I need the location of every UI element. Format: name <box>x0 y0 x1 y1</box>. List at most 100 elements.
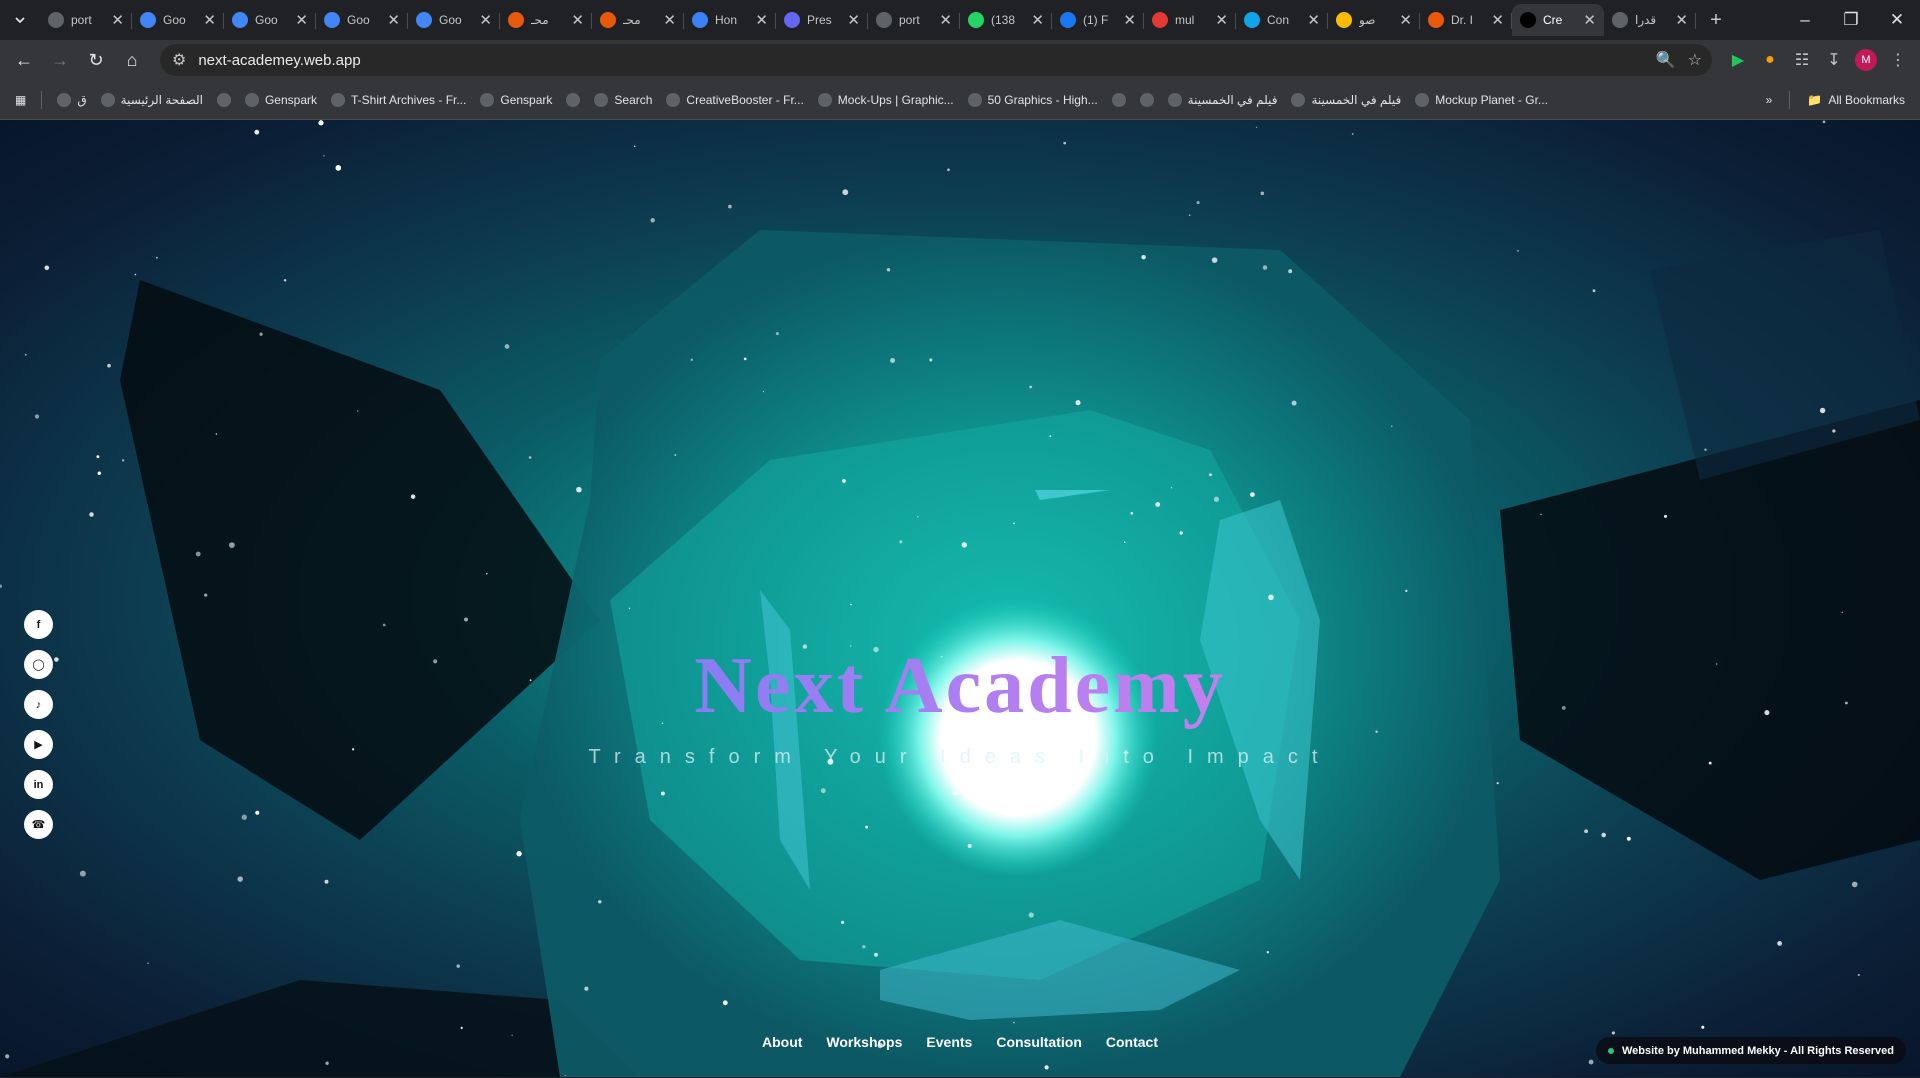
tab-15[interactable]: Dr. I ✕ <box>1420 4 1512 36</box>
tab-13[interactable]: Con ✕ <box>1236 4 1328 36</box>
tab-close-icon[interactable]: ✕ <box>1675 13 1688 28</box>
tab-17[interactable]: قدرا ✕ <box>1604 4 1696 36</box>
home-button[interactable]: ⌂ <box>116 44 148 76</box>
tab-close-icon[interactable]: ✕ <box>387 13 400 28</box>
star <box>147 962 149 964</box>
bookmark-item[interactable]: Mockup Planet - Gr... <box>1408 86 1555 114</box>
tab-9[interactable]: port ✕ <box>868 4 960 36</box>
tab-6[interactable]: محـ ✕ <box>592 4 684 36</box>
linkedin-icon[interactable]: in <box>24 770 53 799</box>
tab-close-icon[interactable]: ✕ <box>939 13 952 28</box>
tab-16[interactable]: Cre ✕ <box>1512 4 1604 36</box>
tab-4[interactable]: Goo ✕ <box>408 4 500 36</box>
tab-close-icon[interactable]: ✕ <box>203 13 216 28</box>
whatsapp-icon[interactable]: ☎ <box>24 810 53 839</box>
all-bookmarks-button[interactable]: 📁 All Bookmarks <box>1800 86 1912 114</box>
tab-14[interactable]: صو ✕ <box>1328 4 1420 36</box>
more-bookmarks-button[interactable]: » <box>1759 86 1780 114</box>
bookmark-label: Genspark <box>264 92 317 107</box>
tab-close-icon[interactable]: ✕ <box>1031 13 1044 28</box>
tab-close-icon[interactable]: ✕ <box>1491 13 1504 28</box>
bookmark-star-icon[interactable]: ☆ <box>1688 50 1702 70</box>
extension-icon[interactable]: ● <box>1756 46 1784 74</box>
nav-link-consultation[interactable]: Consultation <box>996 1034 1082 1050</box>
nav-link-workshops[interactable]: Workshops <box>826 1034 902 1050</box>
star <box>576 486 582 493</box>
star <box>1516 249 1519 252</box>
bookmark-item[interactable]: ق <box>50 86 93 114</box>
tab-close-icon[interactable]: ✕ <box>479 13 492 28</box>
url-text[interactable]: next-academey.web.app <box>198 52 1643 69</box>
bookmark-item[interactable]: CreativeBooster - Fr... <box>659 86 810 114</box>
star <box>873 952 879 957</box>
menu-kebab-icon[interactable]: ⋮ <box>1884 46 1912 74</box>
tab-2[interactable]: Goo ✕ <box>224 4 316 36</box>
tab-close-icon[interactable]: ✕ <box>1123 13 1136 28</box>
apps-grid-icon[interactable]: ▦ <box>8 86 33 114</box>
zoom-icon[interactable]: 🔍 <box>1656 50 1676 70</box>
tab-12[interactable]: mul ✕ <box>1144 4 1236 36</box>
bookmark-item[interactable]: Mock-Ups | Graphic... <box>811 86 961 114</box>
reload-button[interactable]: ↻ <box>80 44 112 76</box>
extensions-puzzle-icon[interactable]: ☷ <box>1788 46 1816 74</box>
tab-3[interactable]: Goo ✕ <box>316 4 408 36</box>
minimize-button[interactable]: – <box>1782 0 1828 40</box>
tab-title: Hon <box>715 13 738 27</box>
tab-close-icon[interactable]: ✕ <box>111 13 124 28</box>
download-icon[interactable]: ↧ <box>1820 46 1848 74</box>
back-button[interactable]: ← <box>8 44 40 76</box>
close-window-button[interactable]: ✕ <box>1874 0 1920 40</box>
tab-10[interactable]: (138 ✕ <box>960 4 1052 36</box>
bookmark-item[interactable]: الصفحة الرئيسية <box>94 86 210 114</box>
tab-close-icon[interactable]: ✕ <box>571 13 584 28</box>
address-bar[interactable]: ⚙ next-academey.web.app 🔍 ☆ <box>160 44 1712 76</box>
tab-close-icon[interactable]: ✕ <box>1307 13 1320 28</box>
tab-close-icon[interactable]: ✕ <box>755 13 768 28</box>
star <box>775 332 779 336</box>
tab-close-icon[interactable]: ✕ <box>1399 13 1412 28</box>
tab-5[interactable]: محـ ✕ <box>500 4 592 36</box>
star <box>1405 589 1408 593</box>
new-tab-button[interactable]: + <box>1702 6 1730 34</box>
bookmark-item[interactable]: Search <box>587 86 659 114</box>
tab-close-icon[interactable]: ✕ <box>295 13 308 28</box>
tab-8[interactable]: Pres ✕ <box>776 4 868 36</box>
bookmark-item[interactable] <box>1105 86 1133 114</box>
facebook-icon[interactable]: f <box>24 610 53 639</box>
tab-7[interactable]: Hon ✕ <box>684 4 776 36</box>
tab-11[interactable]: (1) F ✕ <box>1052 4 1144 36</box>
restore-button[interactable]: ❐ <box>1828 0 1874 40</box>
bookmark-item[interactable]: فيلم في الخمسينة <box>1284 86 1408 114</box>
bookmark-item[interactable]: 50 Graphics - High... <box>961 86 1105 114</box>
bookmark-item[interactable]: فيلم في الخمسينة <box>1161 86 1285 114</box>
site-icon <box>692 12 708 28</box>
tab-0[interactable]: port ✕ <box>40 4 132 36</box>
forward-button[interactable]: → <box>44 44 76 76</box>
tab-search-button[interactable] <box>8 8 32 32</box>
profile-button[interactable]: M <box>1852 46 1880 74</box>
avatar[interactable]: M <box>1855 49 1877 71</box>
star <box>195 551 201 557</box>
status-dot <box>1607 1047 1614 1054</box>
star <box>255 810 260 815</box>
photos-icon <box>1336 12 1352 28</box>
tab-1[interactable]: Goo ✕ <box>132 4 224 36</box>
nav-link-contact[interactable]: Contact <box>1106 1034 1158 1050</box>
star <box>34 414 40 419</box>
tab-close-icon[interactable]: ✕ <box>1583 13 1596 28</box>
bookmark-item[interactable]: Genspark <box>473 86 559 114</box>
nav-link-about[interactable]: About <box>762 1034 802 1050</box>
tab-close-icon[interactable]: ✕ <box>847 13 860 28</box>
bookmark-item[interactable]: Genspark <box>238 86 324 114</box>
star <box>564 1074 567 1077</box>
bookmark-item[interactable] <box>210 86 238 114</box>
bookmark-item[interactable] <box>1133 86 1161 114</box>
site-info-icon[interactable]: ⚙ <box>172 50 186 70</box>
tab-close-icon[interactable]: ✕ <box>1215 13 1228 28</box>
bookmark-item[interactable] <box>559 86 587 114</box>
bookmark-item[interactable]: T-Shirt Archives - Fr... <box>324 86 473 114</box>
extension-icon[interactable]: ▶ <box>1724 46 1752 74</box>
hero: Next Academy Transform Your Ideas Into I… <box>0 638 1920 769</box>
tab-close-icon[interactable]: ✕ <box>663 13 676 28</box>
nav-link-events[interactable]: Events <box>926 1034 972 1050</box>
